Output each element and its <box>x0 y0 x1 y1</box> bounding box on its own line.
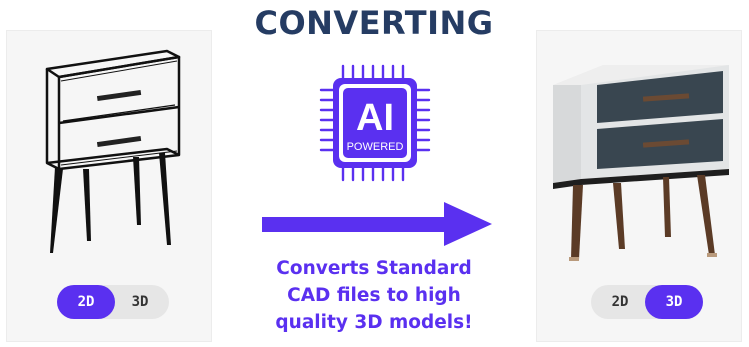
view-toggle-2d-3d[interactable]: 2D 3D <box>57 285 169 319</box>
arrow-right-icon <box>262 202 492 246</box>
panel-3d-model: 2D 3D <box>536 30 742 342</box>
ai-chip-icon: AI POWERED <box>319 64 431 182</box>
view-toggle-2d-3d[interactable]: 2D 3D <box>591 285 703 319</box>
page-title: CONVERTING <box>254 4 494 42</box>
panel-2d-sketch: 2D 3D <box>6 30 212 342</box>
badge-sub-text: POWERED <box>347 141 404 153</box>
badge-main-text: AI <box>356 97 394 139</box>
feature-caption: Converts Standard CAD files to high qual… <box>275 258 473 333</box>
toggle-3d-option[interactable]: 3D <box>645 285 703 319</box>
toggle-2d-option[interactable]: 2D <box>591 285 649 319</box>
nightstand-2d-sketch-image <box>45 49 181 253</box>
toggle-2d-option[interactable]: 2D <box>57 285 115 319</box>
nightstand-3d-render-image <box>553 65 729 261</box>
toggle-3d-option[interactable]: 3D <box>111 285 169 319</box>
